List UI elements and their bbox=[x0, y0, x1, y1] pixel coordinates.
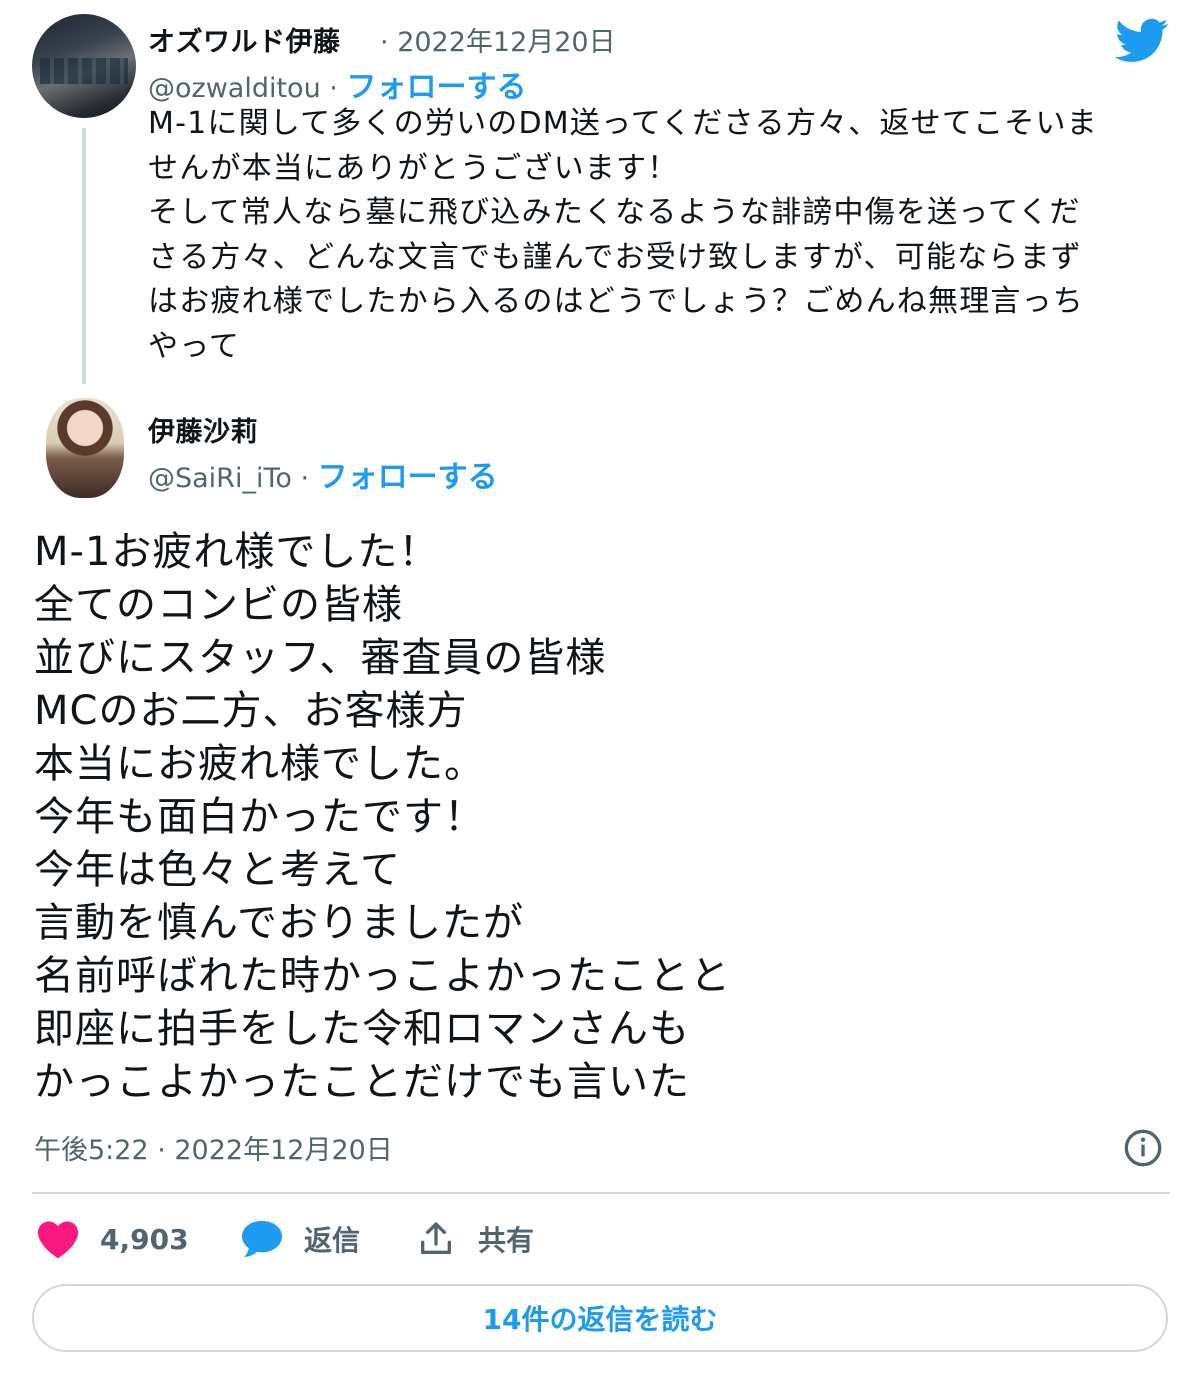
quoted-date[interactable]: 2022年12月20日 bbox=[397, 27, 615, 58]
thread-connector-line bbox=[82, 128, 86, 384]
quoted-author-avatar[interactable] bbox=[32, 14, 136, 118]
speech-bubble-icon bbox=[242, 1220, 282, 1257]
quoted-follow-button[interactable]: フォローする bbox=[346, 70, 526, 105]
reply-author-name[interactable]: 伊藤沙莉 bbox=[148, 410, 258, 449]
heart-icon bbox=[38, 1221, 78, 1259]
separator-dot: · bbox=[329, 73, 338, 104]
share-label: 共有 bbox=[478, 1224, 535, 1257]
reply-button[interactable]: 返信 bbox=[240, 1216, 360, 1262]
quoted-handle-row: @ozwalditou · フォローする bbox=[148, 62, 526, 106]
like-button[interactable]: 4,903 bbox=[36, 1216, 189, 1262]
reply-author-avatar[interactable] bbox=[46, 398, 124, 498]
share-button[interactable]: 共有 bbox=[414, 1216, 534, 1262]
quoted-handle[interactable]: @ozwalditou bbox=[148, 73, 321, 104]
reply-handle[interactable]: @SaiRi_iTo bbox=[148, 463, 292, 494]
twitter-bird-icon[interactable] bbox=[1115, 18, 1169, 64]
read-replies-button[interactable]: 14件の返信を読む bbox=[32, 1284, 1168, 1352]
reply-follow-button[interactable]: フォローする bbox=[318, 460, 498, 495]
like-count: 4,903 bbox=[100, 1222, 189, 1256]
tweet-timestamp[interactable]: 午後5:22 · 2022年12月20日 bbox=[34, 1128, 393, 1167]
reply-handle-row: @SaiRi_iTo · フォローする bbox=[148, 452, 498, 496]
info-icon[interactable] bbox=[1123, 1128, 1163, 1168]
share-upload-icon bbox=[421, 1222, 451, 1254]
quoted-author-name[interactable]: オズワルド伊藤 bbox=[148, 20, 341, 59]
reply-label: 返信 bbox=[304, 1224, 361, 1257]
reply-tweet-text: M-1お疲れ様でした！ 全てのコンビの皆様 並びにスタッフ、審査員の皆様 MCの… bbox=[34, 529, 731, 1105]
divider bbox=[32, 1192, 1170, 1194]
separator-dot: · bbox=[300, 463, 310, 494]
quoted-meta: · 2022年12月20日 bbox=[380, 20, 616, 59]
separator-dot: · bbox=[380, 27, 389, 58]
quoted-tweet-text: M-1に関して多くの労いのDM送ってくださる方々、返せてこそいま せんが本当にあ… bbox=[148, 106, 1098, 364]
